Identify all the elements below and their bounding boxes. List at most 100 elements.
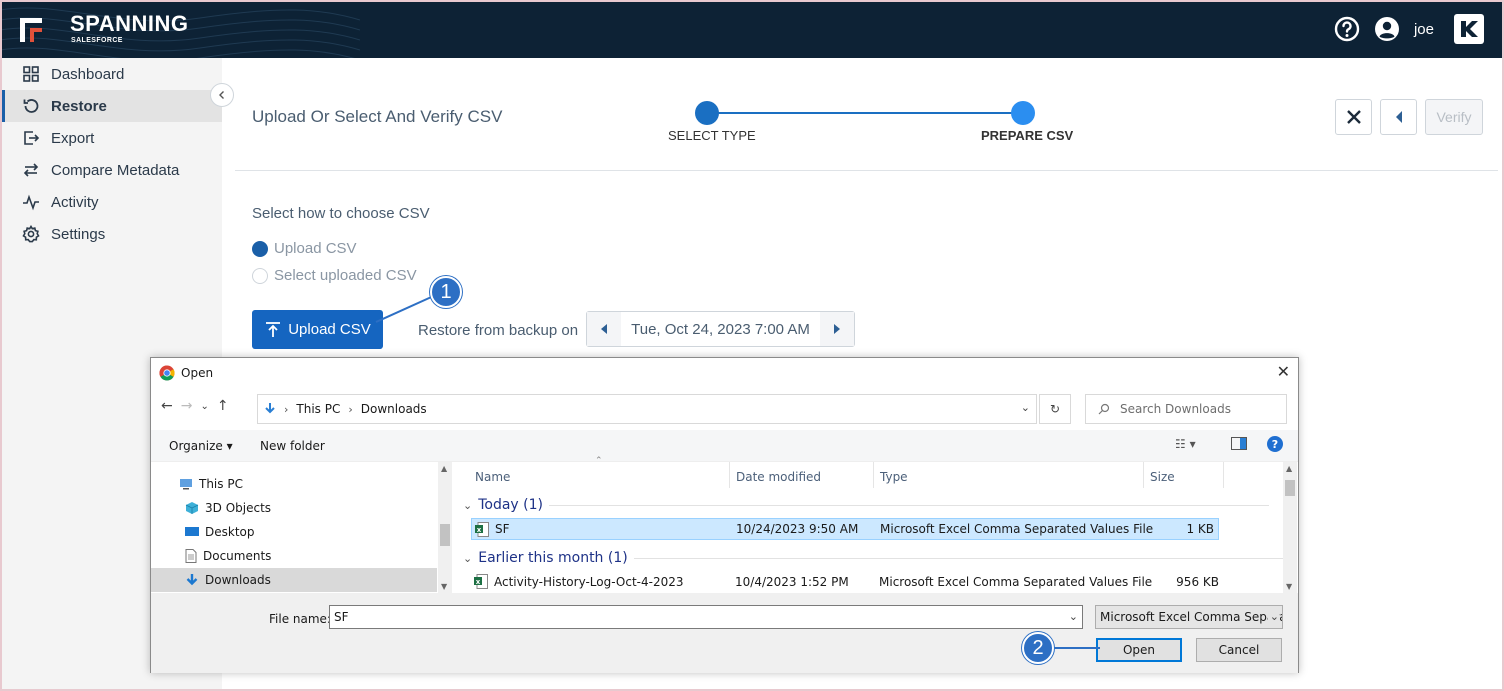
radio-selected-icon [252,240,268,257]
caret-right-icon [834,324,840,334]
help-icon[interactable] [1334,16,1360,42]
tree-item-3d-objects[interactable]: 3D Objects [151,496,437,520]
user-name[interactable]: joe [1414,21,1434,38]
gear-icon [22,225,40,243]
excel-csv-icon: x [475,522,489,537]
radio-upload-csv[interactable]: Upload CSV [252,240,357,257]
open-button[interactable]: Open [1096,638,1182,662]
file-row[interactable]: x Activity-History-Log-Oct-4-2023 10/4/2… [471,571,1219,593]
header-divider [235,170,1498,171]
close-icon [1346,110,1361,124]
column-header-type[interactable]: Type [880,470,908,484]
compare-icon [23,163,39,177]
preview-pane-icon[interactable] [1231,437,1247,453]
cube-icon [185,502,199,514]
radio-label: Upload CSV [274,240,357,257]
organize-button[interactable]: Organize ▾ [169,439,233,453]
refresh-button[interactable]: ↻ [1039,394,1071,424]
back-button[interactable] [1380,99,1417,135]
user-avatar-icon[interactable] [1374,16,1400,42]
column-header-date-modified[interactable]: Date modified [736,470,821,484]
file-list-scrollbar[interactable]: ▲ ▼ [1283,462,1297,593]
desktop-icon [185,527,199,536]
upload-csv-label: Upload CSV [288,321,371,338]
sidebar-item-dashboard[interactable]: Dashboard [2,58,222,90]
spanning-logo-icon [20,18,42,42]
up-arrow-icon[interactable]: ↑ [217,398,229,414]
date-next-button[interactable] [820,312,854,346]
chevron-down-icon[interactable]: ⌄ [1021,401,1030,414]
chevron-down-icon: ⌄ [1267,610,1279,623]
sidebar-collapse-button[interactable] [210,83,234,107]
step-label-prepare-csv: PREPARE CSV [981,128,1074,143]
tree-item-downloads[interactable]: Downloads [151,568,437,592]
chevron-down-icon: ⌄ [463,551,473,565]
file-type-select[interactable]: Microsoft Excel Comma Separa ⌄ [1095,605,1283,629]
sidebar-item-export[interactable]: Export [2,122,222,154]
search-input[interactable]: Search Downloads [1085,394,1287,424]
restore-from-backup-label: Restore from backup on [418,322,579,339]
tree-item-desktop[interactable]: Desktop [151,520,437,544]
step-label-select-type: SELECT TYPE [668,128,756,143]
radio-select-uploaded-csv[interactable]: Select uploaded CSV [252,267,417,284]
sidebar-item-settings[interactable]: Settings [2,218,222,250]
help-icon[interactable]: ? [1267,436,1283,455]
cancel-button[interactable]: Cancel [1196,638,1282,662]
new-folder-button[interactable]: New folder [260,439,325,453]
callout-1-badge: 1 [430,276,462,308]
upload-csv-button[interactable]: Upload CSV [252,310,383,349]
close-button[interactable] [1335,99,1372,135]
tree-scrollbar[interactable]: ▲ ▼ [438,462,452,593]
download-folder-icon [186,574,198,586]
step-dot-prepare-csv [1011,101,1035,125]
file-row[interactable]: x SF 10/24/2023 9:50 AM Microsoft Excel … [471,518,1219,540]
file-name-input[interactable]: SF ⌄ [329,605,1083,629]
nav-arrows: ← → ⌄ ↑ [161,398,229,414]
file-list: ⌃ Name Date modified Type Size ⌄ Today (… [455,456,1298,593]
svg-text:x: x [476,578,481,586]
tree-item-this-pc[interactable]: This PC [151,472,437,496]
restore-icon [23,99,39,113]
back-arrow-icon[interactable]: ← [161,398,173,414]
search-icon [1098,403,1110,415]
column-header-name[interactable]: Name [475,470,510,484]
folder-tree: This PC 3D Objects Desktop Documents Dow… [151,462,453,593]
sidebar-item-restore[interactable]: Restore [2,90,222,122]
recent-dropdown-icon[interactable]: ⌄ [200,401,208,412]
group-earlier-this-month[interactable]: ⌄ Earlier this month (1) [463,550,1284,566]
backup-date-value: Tue, Oct 24, 2023 7:00 AM [631,320,810,338]
sidebar-item-label: Dashboard [51,65,125,83]
view-options-icon[interactable]: ☷ ▾ [1175,437,1196,451]
column-header-size[interactable]: Size [1150,470,1175,484]
tree-item-documents[interactable]: Documents [151,544,437,568]
upload-icon [266,321,281,337]
stepper-line [707,112,1023,114]
sidebar-item-compare-metadata[interactable]: Compare Metadata [2,154,222,186]
forward-arrow-icon[interactable]: → [181,398,193,414]
chevron-left-icon [219,91,224,99]
address-bar[interactable]: › This PC › Downloads ⌄ [257,394,1037,424]
page-title: Upload Or Select And Verify CSV [252,107,503,126]
group-today[interactable]: ⌄ Today (1) [463,497,1269,513]
document-icon [185,549,197,563]
callout-2-badge: 2 [1022,632,1054,664]
radio-unselected-icon [252,267,268,284]
chevron-down-icon[interactable]: ⌄ [1069,610,1078,623]
sidebar-item-activity[interactable]: Activity [2,186,222,218]
breadcrumb-downloads[interactable]: Downloads [361,402,427,416]
file-name-label: File name: [269,612,331,626]
sort-arrow-icon: ⌃ [595,456,603,466]
svg-text:x: x [477,526,482,534]
breadcrumb-this-pc[interactable]: This PC [296,402,340,416]
kaseya-logo-icon[interactable] [1454,14,1484,44]
search-placeholder: Search Downloads [1120,402,1231,416]
date-prev-button[interactable] [587,312,621,346]
chevron-right-icon: › [348,402,353,416]
brand-name: SPANNING [70,11,189,36]
dialog-toolbar: Organize ▾ New folder ☷ ▾ ? [151,430,1298,462]
dialog-close-icon[interactable]: ✕ [1277,362,1290,381]
dialog-footer: File name: SF ⌄ Microsoft Excel Comma Se… [151,593,1298,673]
verify-button[interactable]: Verify [1425,99,1483,135]
caret-left-icon [601,324,607,334]
sidebar-item-label: Settings [51,225,106,243]
